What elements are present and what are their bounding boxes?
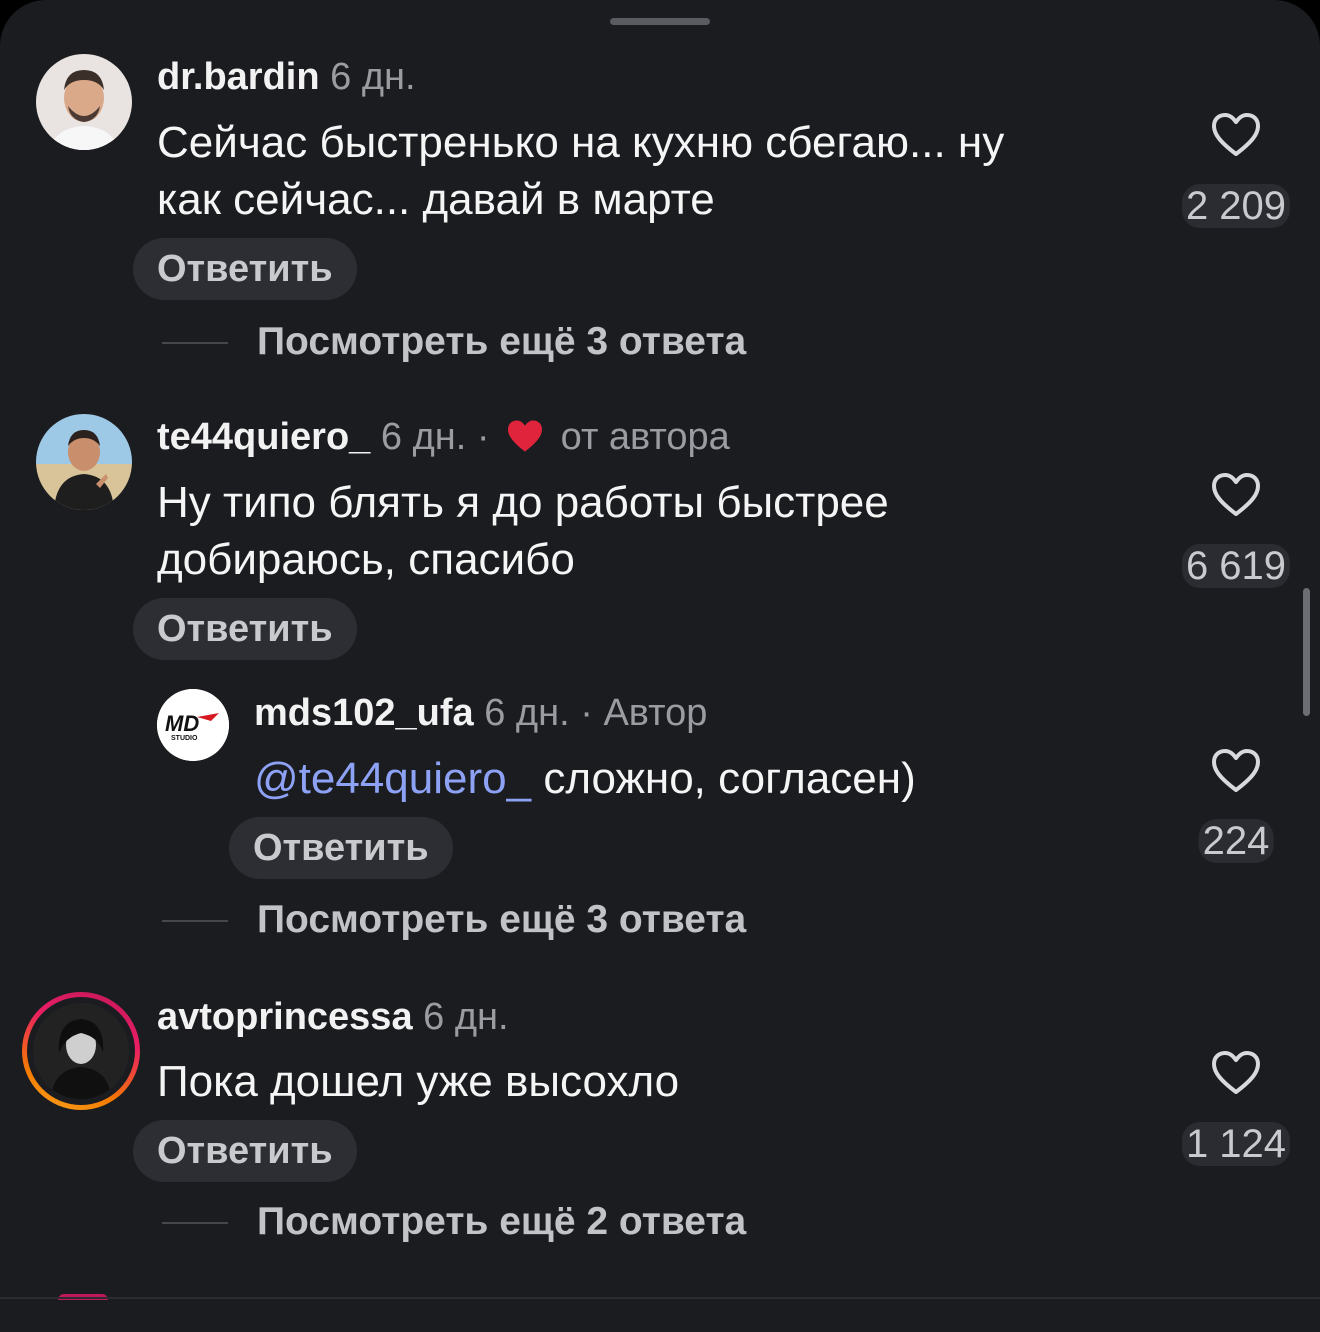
heart-outline-icon[interactable]	[1211, 112, 1261, 158]
view-more-replies[interactable]: Посмотреть ещё 2 ответа	[257, 1200, 746, 1244]
comment-time: 6 дн.	[380, 416, 467, 458]
comment-text-line: Сейчас быстренько на кухню сбегаю... ну	[157, 118, 1005, 167]
comment-username[interactable]: dr.bardin 6 дн.	[157, 56, 416, 99]
comment-text-line: как сейчас... давай в марте	[157, 175, 715, 224]
like-count: 6 619	[1181, 544, 1291, 588]
view-more-replies[interactable]: Посмотреть ещё 3 ответа	[257, 320, 746, 364]
user-photo-icon	[36, 414, 132, 510]
author-like-label: от автора	[560, 416, 730, 458]
comment-time: 6 дн.	[423, 996, 509, 1038]
logo-subtext: STUDIO	[171, 735, 198, 742]
meta-separator: ·	[476, 416, 490, 458]
username-text[interactable]: avtoprincessa	[157, 996, 413, 1038]
user-photo-icon	[36, 54, 132, 150]
reply-button[interactable]: Ответить	[133, 1120, 357, 1182]
reply-button[interactable]: Ответить	[229, 817, 453, 879]
replies-divider	[162, 1222, 228, 1224]
username-text[interactable]: dr.bardin	[157, 56, 320, 98]
comment-text-line: Пока дошел уже высохло	[157, 1057, 680, 1106]
author-badge: Автор	[603, 692, 708, 734]
reply-text-body: сложно, согласен)	[531, 754, 916, 803]
scrollbar[interactable]	[1303, 588, 1310, 716]
reply-button[interactable]: Ответить	[133, 238, 357, 300]
like-count: 224	[1198, 819, 1274, 863]
logo-text: MD	[165, 711, 199, 736]
view-more-replies[interactable]: Посмотреть ещё 3 ответа	[257, 898, 746, 942]
avatar[interactable]	[36, 54, 132, 150]
reply-text: @te44quiero_ сложно, согласен)	[254, 750, 916, 807]
comments-sheet: dr.bardin 6 дн. Сейчас быстренько на кух…	[0, 0, 1320, 1332]
input-divider	[0, 1297, 1320, 1299]
comment-username[interactable]: avtoprincessa 6 дн.	[157, 996, 509, 1039]
avatar[interactable]: MD STUDIO	[157, 689, 229, 761]
reply-username[interactable]: mds102_ufa 6 дн. · Автор	[254, 692, 707, 735]
comment-text: Пока дошел уже высохло	[157, 1053, 679, 1110]
comment-username[interactable]: te44quiero_ 6 дн. · от автора	[157, 416, 730, 459]
comment-text: Ну типо блять я до работы быстрее добира…	[157, 474, 889, 588]
comment-time: 6 дн.	[484, 692, 570, 734]
mention-link[interactable]: @te44quiero_	[254, 754, 531, 803]
heart-outline-icon[interactable]	[1211, 472, 1261, 518]
heart-outline-icon[interactable]	[1211, 1050, 1261, 1096]
avatar[interactable]	[36, 414, 132, 510]
md-studio-logo-icon: MD STUDIO	[157, 689, 229, 761]
reply-button[interactable]: Ответить	[133, 598, 357, 660]
username-text[interactable]: mds102_ufa	[254, 692, 474, 734]
like-count: 2 209	[1181, 184, 1291, 228]
comment-text: Сейчас быстренько на кухню сбегаю... ну …	[157, 114, 1004, 228]
user-photo-icon	[33, 1003, 129, 1099]
meta-separator: ·	[580, 692, 593, 734]
heart-outline-icon[interactable]	[1211, 748, 1261, 794]
comment-time: 6 дн.	[330, 56, 416, 98]
author-liked-heart-icon	[508, 420, 543, 452]
username-text[interactable]: te44quiero_	[157, 416, 370, 458]
like-count: 1 124	[1181, 1122, 1291, 1166]
story-ring-avatar[interactable]	[22, 992, 140, 1110]
comment-text-line: добираюсь, спасибо	[157, 535, 575, 584]
drag-handle[interactable]	[610, 18, 710, 25]
replies-divider	[162, 342, 228, 344]
replies-divider	[162, 920, 228, 922]
comment-text-line: Ну типо блять я до работы быстрее	[157, 478, 889, 527]
